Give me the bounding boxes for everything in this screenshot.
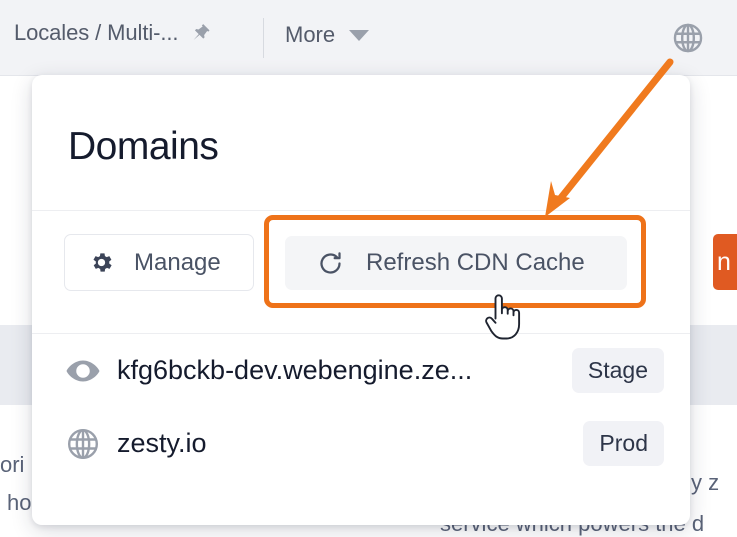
- status-badge: Prod: [583, 421, 664, 466]
- refresh-cdn-cache-button[interactable]: Refresh CDN Cache: [285, 236, 627, 290]
- breadcrumb[interactable]: Locales / Multi-...: [14, 20, 178, 46]
- background-text-fragment: l ho: [0, 490, 32, 515]
- refresh-icon: [317, 250, 344, 277]
- chevron-down-icon: [349, 29, 370, 41]
- breadcrumb-area: Locales / Multi-...: [14, 20, 212, 46]
- domain-name: zesty.io: [117, 428, 207, 458]
- domains-popover-panel: Domains Manage Refresh CDN Cache kfg6bck…: [32, 75, 690, 525]
- panel-header: Domains: [32, 75, 690, 210]
- manage-button-label: Manage: [134, 248, 221, 276]
- eye-icon: [65, 353, 101, 389]
- status-badge: Stage: [571, 348, 664, 393]
- domain-name: kfg6bckb-dev.webengine.ze...: [117, 355, 473, 385]
- background-text-fragment: ori: [0, 452, 25, 477]
- list-item[interactable]: kfg6bckb-dev.webengine.ze... Stage: [32, 334, 690, 407]
- panel-action-bar: Manage Refresh CDN Cache: [32, 211, 690, 333]
- toolbar-divider: [263, 18, 264, 58]
- manage-button[interactable]: Manage: [64, 234, 254, 291]
- gear-icon: [89, 250, 114, 275]
- top-bar: Locales / Multi-... More: [0, 0, 737, 76]
- list-item[interactable]: zesty.io Prod: [32, 407, 690, 480]
- pin-icon[interactable]: [190, 22, 212, 44]
- background-text-fragment: y z: [691, 470, 720, 495]
- refresh-cdn-cache-label: Refresh CDN Cache: [366, 249, 585, 276]
- background-publish-button[interactable]: n: [713, 234, 737, 290]
- more-menu-button[interactable]: More: [285, 22, 370, 48]
- globe-icon[interactable]: [671, 21, 705, 55]
- globe-icon: [65, 426, 101, 462]
- more-menu-label: More: [285, 22, 336, 47]
- page-title: Domains: [68, 125, 219, 168]
- domain-list: kfg6bckb-dev.webengine.ze... Stage zesty…: [32, 334, 690, 480]
